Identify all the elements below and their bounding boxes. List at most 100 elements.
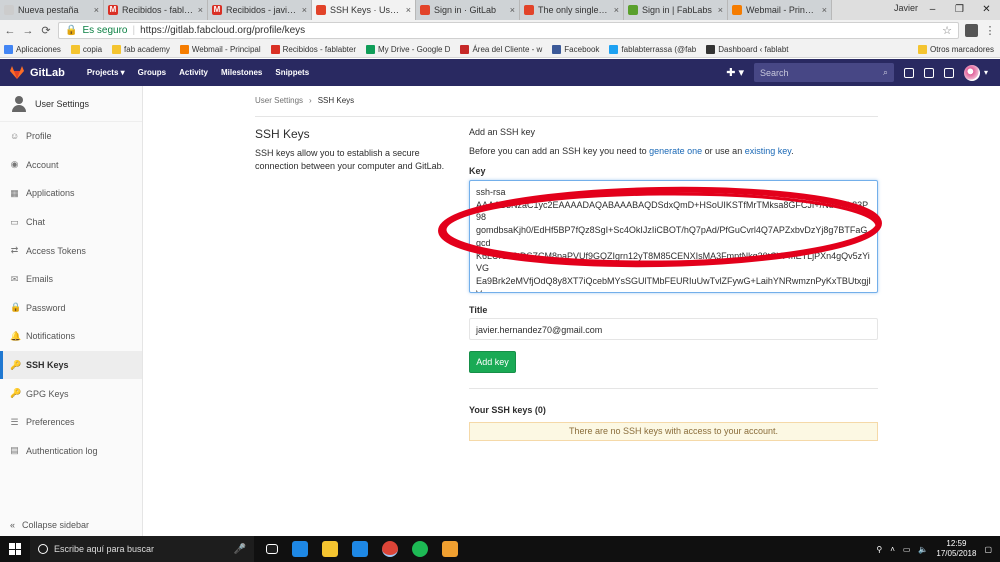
browser-tab[interactable]: SSH Keys · User Set ×	[312, 0, 416, 20]
browser-tab[interactable]: Nueva pestaña ×	[0, 0, 104, 20]
maximize-button[interactable]: ❐	[946, 0, 973, 20]
browser-tab[interactable]: M Recibidos - fablab ×	[104, 0, 208, 20]
windows-start-button[interactable]	[0, 536, 30, 562]
generate-one-link[interactable]: generate one	[649, 146, 702, 156]
sidebar-item-account[interactable]: ◉ Account	[0, 151, 142, 180]
existing-key-link[interactable]: existing key	[745, 146, 791, 156]
bookmark-item[interactable]: Dashboard ‹ fablabt	[706, 44, 789, 54]
issues-icon[interactable]	[903, 67, 914, 78]
close-tab-icon[interactable]: ×	[198, 5, 203, 15]
git-icon[interactable]	[442, 541, 458, 557]
close-tab-icon[interactable]: ×	[614, 5, 619, 15]
bookmark-item[interactable]: copia	[70, 44, 102, 54]
nav-activity[interactable]: Activity	[179, 68, 208, 77]
browser-tab[interactable]: Sign in · GitLab ×	[416, 0, 520, 20]
browser-profile-name[interactable]: Javier	[894, 3, 918, 13]
bookmark-item[interactable]: My Drive - Google D	[366, 44, 450, 54]
bookmark-item[interactable]: Facebook	[552, 44, 599, 54]
app-blue-icon[interactable]	[292, 541, 308, 557]
sidebar-item-authentication-log[interactable]: ▤ Authentication log	[0, 437, 142, 466]
sidebar-item-applications[interactable]: ▦ Applications	[0, 179, 142, 208]
nav-projects[interactable]: Projects ▾	[87, 68, 125, 77]
sidebar-item-notifications[interactable]: 🔔 Notifications	[0, 322, 142, 351]
bookmark-item[interactable]: Aplicaciones	[4, 44, 61, 54]
sidebar-item-label: Profile	[26, 131, 52, 142]
forward-arrow-icon[interactable]: →	[22, 25, 34, 37]
edge-icon[interactable]	[352, 541, 368, 557]
sidebar-item-password[interactable]: 🔒 Password	[0, 294, 142, 323]
merge-requests-icon[interactable]	[923, 67, 934, 78]
extension-icon[interactable]	[965, 24, 978, 37]
close-tab-icon[interactable]: ×	[510, 5, 515, 15]
chrome-icon[interactable]	[382, 541, 398, 557]
breadcrumb-current[interactable]: SSH Keys	[318, 96, 354, 105]
title-input[interactable]: javier.hernandez70@gmail.com	[469, 318, 878, 340]
sidebar-item-ssh-keys[interactable]: 🔑 SSH Keys	[0, 350, 142, 380]
close-window-button[interactable]: ✕	[973, 0, 1000, 20]
close-tab-icon[interactable]: ×	[822, 5, 827, 15]
browser-tab[interactable]: The only single pro ×	[520, 0, 624, 20]
secure-label: Es seguro	[82, 25, 128, 36]
close-tab-icon[interactable]: ×	[406, 5, 411, 15]
user-avatar[interactable]	[963, 64, 980, 81]
gitlab-icon	[420, 5, 430, 15]
cortana-icon	[38, 544, 48, 554]
sidebar-item-label: Password	[26, 302, 66, 313]
network-icon[interactable]: ▭	[903, 545, 911, 554]
todos-icon[interactable]	[943, 67, 954, 78]
taskbar-clock[interactable]: 12:59 17/05/2018	[936, 539, 976, 559]
sidebar-item-preferences[interactable]: ☰ Preferences	[0, 408, 142, 437]
nav-milestones[interactable]: Milestones	[221, 68, 262, 77]
minimize-button[interactable]: –	[919, 0, 946, 20]
tray-chevron-icon[interactable]: ˄	[890, 545, 895, 554]
gitlab-search-input[interactable]: Search ⌕	[753, 63, 894, 82]
sidebar-header[interactable]: User Settings	[0, 86, 142, 122]
bookmark-item[interactable]: fablabterrassa (@fab	[609, 44, 696, 54]
sidebar-item-emails[interactable]: ✉ Emails	[0, 265, 142, 294]
new-item-plus-icon[interactable]: ✚ ▾	[726, 66, 744, 79]
volume-icon[interactable]: 🔈	[918, 545, 928, 554]
gitlab-home-link[interactable]: GitLab	[10, 66, 65, 79]
microphone-icon[interactable]: 🎤	[234, 544, 246, 555]
action-center-icon[interactable]: ▢	[984, 545, 992, 554]
nav-groups[interactable]: Groups	[138, 68, 166, 77]
taskbar-search-box[interactable]: Escribe aquí para buscar 🎤	[30, 536, 254, 562]
bookmark-item[interactable]: Área del Cliente - w	[460, 44, 543, 54]
profile-icon: ☺	[10, 130, 20, 141]
breadcrumb-user-settings[interactable]: User Settings	[255, 96, 303, 105]
reload-icon[interactable]: ⟳	[40, 24, 52, 37]
close-tab-icon[interactable]: ×	[718, 5, 723, 15]
search-placeholder: Search	[759, 67, 789, 78]
close-tab-icon[interactable]: ×	[302, 5, 307, 15]
sidebar-item-chat[interactable]: ▭ Chat	[0, 208, 142, 237]
url-field[interactable]: 🔒 Es seguro | https://gitlab.fabcloud.or…	[58, 22, 959, 39]
notifications-icon: 🔔	[10, 330, 22, 341]
browser-tab[interactable]: Webmail - Principa ×	[728, 0, 832, 20]
spotify-icon[interactable]	[412, 541, 428, 557]
sidebar-item-gpg-keys[interactable]: 🔑 GPG Keys	[0, 379, 142, 408]
bookmark-label: Área del Cliente - w	[472, 44, 543, 54]
bookmark-star-icon[interactable]: ☆	[942, 24, 952, 37]
bookmark-item[interactable]: Webmail - Principal	[179, 44, 261, 54]
bookmark-item[interactable]: fab academy	[112, 44, 170, 54]
sidebar-item-access-tokens[interactable]: ⇄ Access Tokens	[0, 236, 142, 265]
chrome-menu-icon[interactable]: ⋮	[984, 24, 996, 37]
task-view-icon[interactable]	[266, 544, 278, 554]
collapse-sidebar-button[interactable]: « Collapse sidebar	[10, 520, 89, 530]
add-key-button[interactable]: Add key	[469, 351, 516, 373]
back-arrow-icon[interactable]: ←	[4, 25, 16, 37]
close-tab-icon[interactable]: ×	[94, 5, 99, 15]
people-icon[interactable]: ⚲	[876, 545, 882, 554]
file-explorer-icon[interactable]	[322, 541, 338, 557]
browser-tab[interactable]: M Recibidos - javier.h ×	[208, 0, 312, 20]
sidebar-items: ☺ Profile ◉ Account ▦ Applications ▭ Chat ⇄ Acces…	[0, 122, 142, 465]
other-bookmarks[interactable]: Otros marcadores	[917, 45, 994, 54]
breadcrumb: User Settings › SSH Keys	[255, 96, 354, 105]
chevron-down-icon[interactable]: ▾	[984, 68, 988, 77]
key-textarea[interactable]: ssh-rsa AAAAB3NzaC1yc2EAAAADAQABAAABAQDS…	[469, 180, 878, 293]
nav-snippets[interactable]: Snippets	[275, 68, 309, 77]
bookmark-item[interactable]: Recibidos - fablabter	[270, 44, 356, 54]
sidebar-item-profile[interactable]: ☺ Profile	[0, 122, 142, 151]
sidebar-item-label: Emails	[26, 274, 54, 285]
browser-tab[interactable]: Sign in | FabLabs ×	[624, 0, 728, 20]
